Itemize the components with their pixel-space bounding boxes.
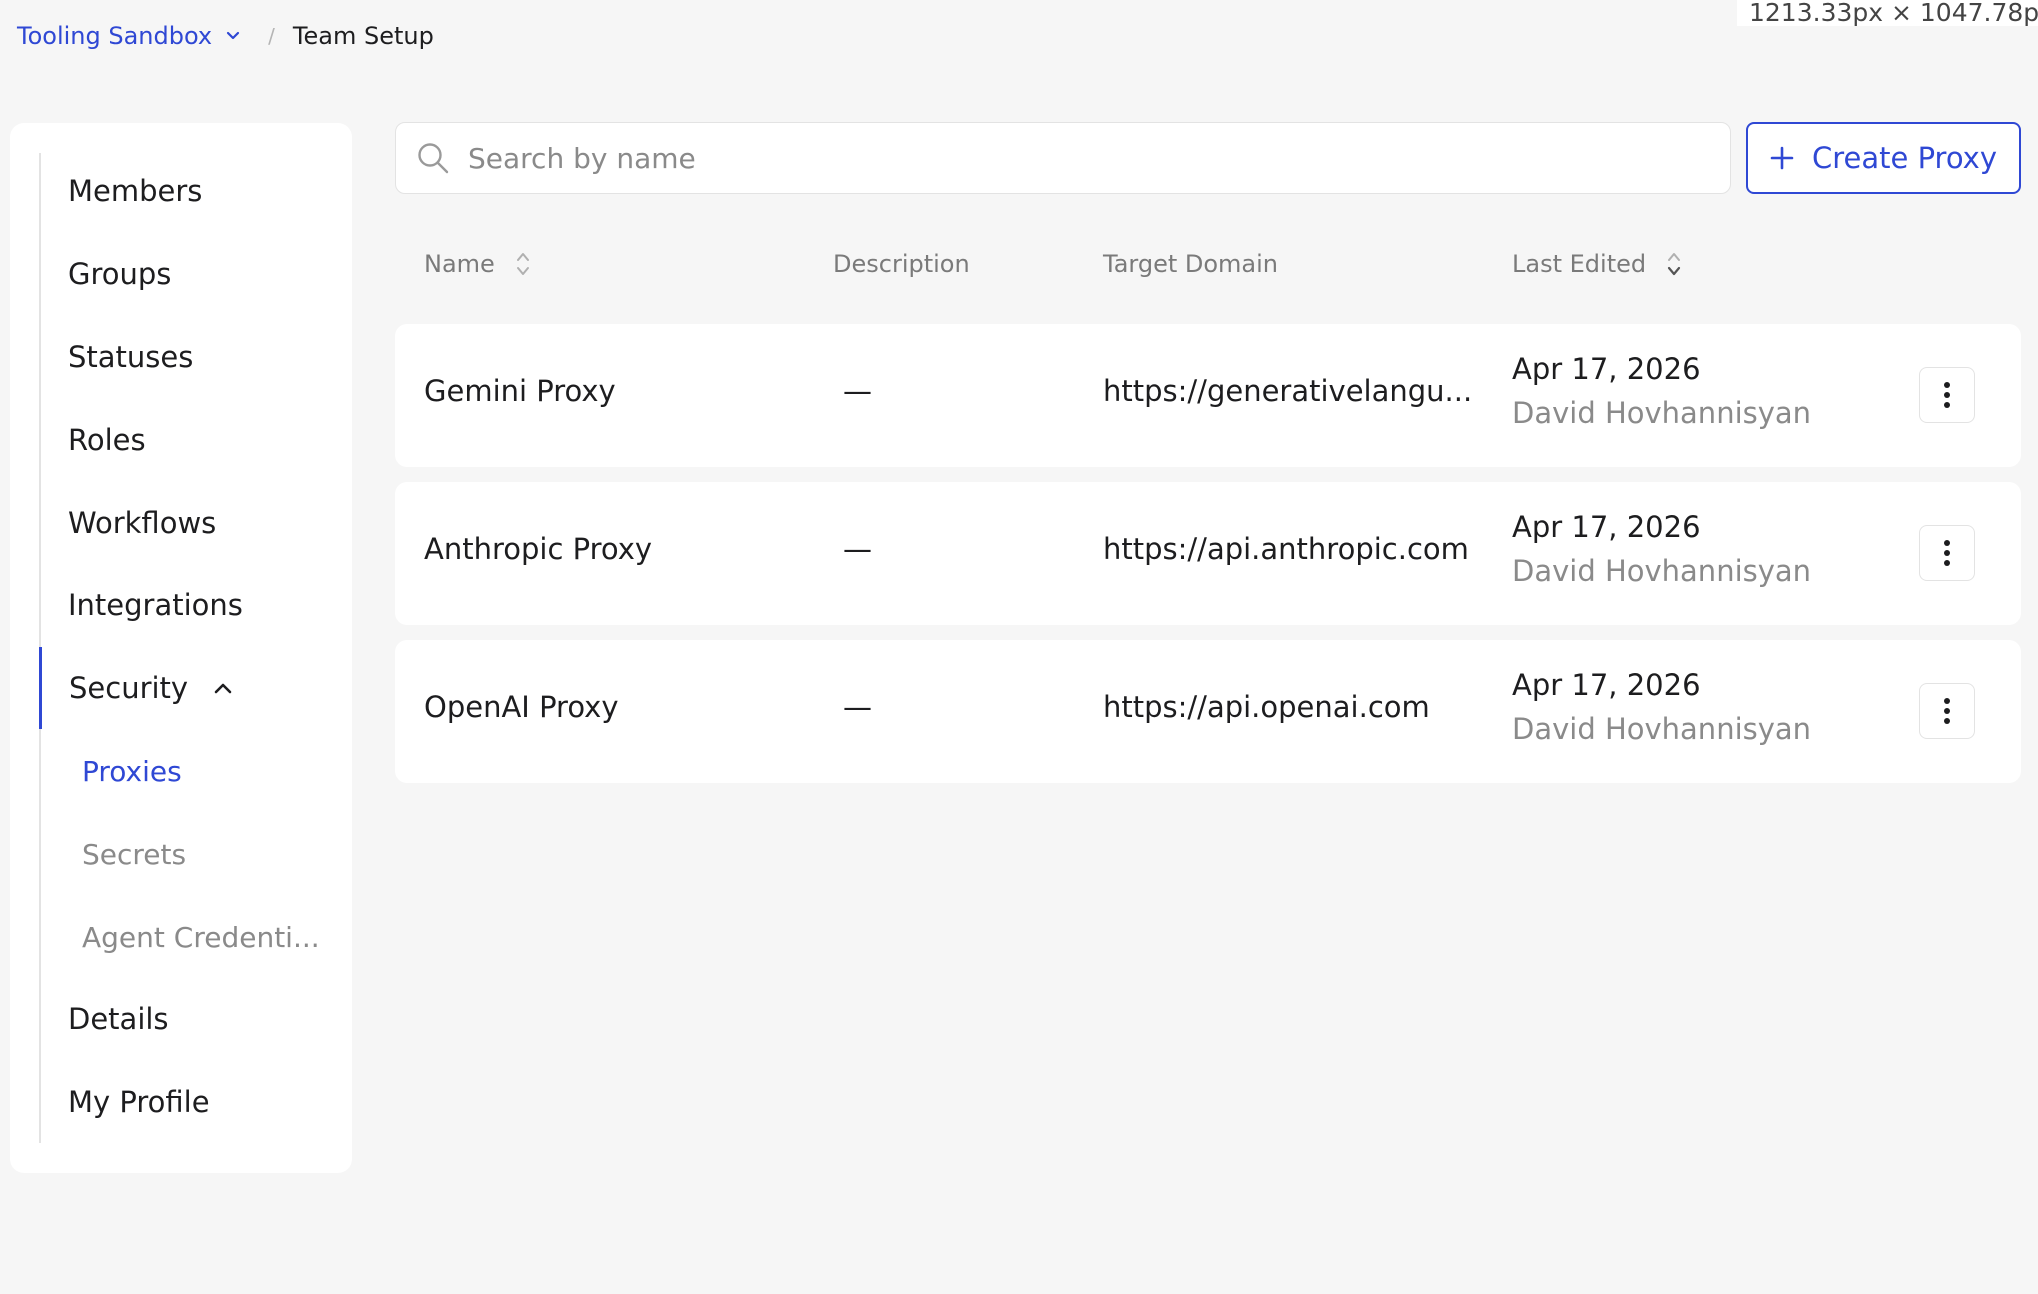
sort-icon bbox=[1668, 253, 1681, 276]
sidebar-item-label: Details bbox=[68, 1002, 169, 1036]
sidebar-subitem-label: Proxies bbox=[82, 754, 182, 788]
sidebar-item-my-profile[interactable]: My Profile bbox=[39, 1061, 339, 1143]
create-proxy-button[interactable]: Create Proxy bbox=[1746, 122, 2021, 194]
sidebar-item-label: Integrations bbox=[68, 588, 243, 622]
proxy-name: Gemini Proxy bbox=[424, 374, 616, 408]
proxy-name: Anthropic Proxy bbox=[424, 532, 653, 566]
create-proxy-label: Create Proxy bbox=[1811, 141, 1998, 175]
chevron-down-icon bbox=[227, 31, 240, 40]
proxy-edited-by: David Hovhannisyan bbox=[1512, 554, 1812, 588]
proxy-edited-date: Apr 17, 2026 bbox=[1512, 352, 1701, 386]
sidebar-item-security[interactable]: Security bbox=[39, 647, 339, 729]
column-header-label: Name bbox=[424, 250, 495, 278]
proxy-target-domain: https://api.anthropic.com bbox=[1103, 532, 1469, 566]
proxy-target-domain: https://api.openai.com bbox=[1103, 690, 1430, 724]
sidebar-item-members[interactable]: Members bbox=[39, 150, 339, 232]
sidebar-item-roles[interactable]: Roles bbox=[39, 399, 339, 481]
sidebar-subitem-label: Agent Credenti... bbox=[82, 920, 320, 954]
column-header-last-edited[interactable]: Last Edited bbox=[1512, 246, 1682, 282]
sidebar-item-integrations[interactable]: Integrations bbox=[39, 564, 339, 646]
proxy-name: OpenAI Proxy bbox=[424, 690, 619, 724]
column-header-label: Target Domain bbox=[1103, 250, 1279, 278]
sidebar-item-groups[interactable]: Groups bbox=[39, 233, 339, 315]
proxy-edited-by: David Hovhannisyan bbox=[1512, 396, 1812, 430]
table-row[interactable]: Gemini Proxy — https://generativelangu..… bbox=[395, 324, 2021, 467]
sidebar-item-label: Workflows bbox=[68, 506, 217, 540]
column-header-name[interactable]: Name bbox=[424, 246, 531, 282]
kebab-icon bbox=[1944, 540, 1950, 566]
sidebar-item-label: Statuses bbox=[68, 340, 194, 374]
proxy-description: — bbox=[843, 690, 872, 724]
table-row[interactable]: Anthropic Proxy — https://api.anthropic.… bbox=[395, 482, 2021, 625]
sidebar-item-label: Roles bbox=[68, 423, 146, 457]
proxy-edited-date: Apr 17, 2026 bbox=[1512, 510, 1701, 544]
plus-icon bbox=[1770, 146, 1794, 170]
proxy-edited-by: David Hovhannisyan bbox=[1512, 712, 1812, 746]
column-header-label: Description bbox=[833, 250, 970, 278]
breadcrumb-org-switcher[interactable]: Tooling Sandbox bbox=[17, 22, 240, 50]
sidebar-subitem-agent-credentials[interactable]: Agent Credenti... bbox=[39, 896, 339, 978]
sidebar-item-workflows[interactable]: Workflows bbox=[39, 482, 339, 564]
kebab-icon bbox=[1944, 698, 1950, 724]
row-menu-button[interactable] bbox=[1919, 525, 1975, 581]
sidebar-item-details[interactable]: Details bbox=[39, 978, 339, 1060]
sidebar-item-statuses[interactable]: Statuses bbox=[39, 316, 339, 398]
sidebar-subitem-label: Secrets bbox=[82, 837, 187, 871]
breadcrumb-current: Team Setup bbox=[292, 22, 434, 50]
sidebar-subitem-secrets[interactable]: Secrets bbox=[39, 813, 339, 895]
sidebar-item-label: Groups bbox=[68, 257, 172, 291]
kebab-icon bbox=[1944, 382, 1950, 408]
table-row[interactable]: OpenAI Proxy — https://api.openai.com Ap… bbox=[395, 640, 2021, 783]
sidebar-item-label: My Profile bbox=[68, 1085, 210, 1119]
chevron-up-icon bbox=[214, 682, 232, 694]
dimensions-overlay: 1213.33px × 1047.78px bbox=[1737, 0, 2038, 26]
sort-icon bbox=[516, 253, 529, 275]
sidebar: Members Groups Statuses Roles Workflows … bbox=[10, 123, 352, 1173]
sidebar-subitem-proxies[interactable]: Proxies bbox=[39, 730, 339, 812]
sidebar-item-label: Security bbox=[69, 671, 189, 705]
proxy-target-domain: https://generativelangu... bbox=[1103, 374, 1473, 408]
row-menu-button[interactable] bbox=[1919, 367, 1975, 423]
column-header-label: Last Edited bbox=[1512, 250, 1647, 278]
breadcrumb: Tooling Sandbox / Team Setup bbox=[17, 22, 434, 50]
search-input[interactable] bbox=[468, 141, 1668, 175]
column-header-target-domain: Target Domain bbox=[1103, 246, 1278, 282]
proxy-description: — bbox=[843, 532, 872, 566]
search-bar bbox=[395, 122, 1731, 194]
breadcrumb-org-label: Tooling Sandbox bbox=[17, 22, 213, 50]
column-header-description: Description bbox=[833, 246, 970, 282]
search-icon bbox=[418, 143, 449, 174]
breadcrumb-separator: / bbox=[268, 24, 275, 48]
row-menu-button[interactable] bbox=[1919, 683, 1975, 739]
proxy-description: — bbox=[843, 374, 872, 408]
sidebar-item-label: Members bbox=[68, 174, 203, 208]
proxy-edited-date: Apr 17, 2026 bbox=[1512, 668, 1701, 702]
